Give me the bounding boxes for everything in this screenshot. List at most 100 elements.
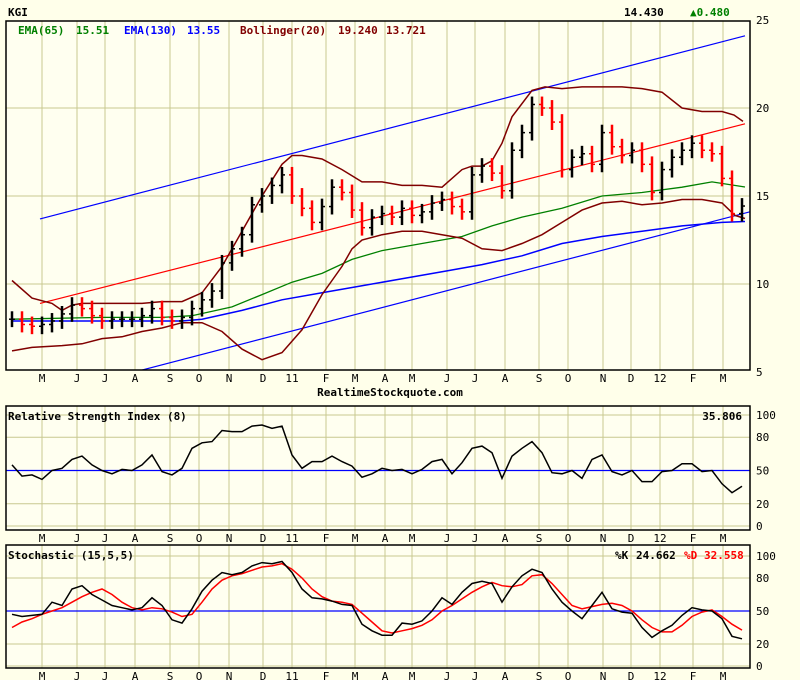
month-tick-label: J (472, 670, 479, 680)
month-tick-label: S (167, 372, 174, 385)
rsi-title: Relative Strength Index (8) (8, 410, 187, 423)
month-tick-label: F (323, 532, 330, 545)
month-tick-label: F (323, 372, 330, 385)
y-tick-label: 15 (756, 190, 769, 203)
month-tick-label: J (74, 372, 81, 385)
month-tick-label: D (260, 372, 267, 385)
month-tick-label: J (472, 532, 479, 545)
month-tick-label: 11 (285, 670, 298, 680)
stochastic-panel: 100 80 50 20 0 M J J A S O N D 11 F M A M J J A S O N D 12 F M (5, 544, 776, 680)
month-tick-label: O (565, 532, 572, 545)
month-tick-label: S (536, 532, 543, 545)
month-tick-label: J (444, 670, 451, 680)
y-tick-label: 80 (756, 431, 769, 444)
rsi-panel: 100 80 50 20 0 M J J A S O N D 11 F M A M J J A S O N D 12 F M (5, 405, 776, 545)
y-tick-label: 100 (756, 409, 776, 422)
watermark: RealtimeStockquote.com (317, 386, 463, 399)
month-tick-label: S (167, 532, 174, 545)
month-tick-label: M (39, 372, 46, 385)
month-tick-label: A (502, 670, 509, 680)
symbol-label: KGI (8, 6, 28, 19)
y-tick-label: 20 (756, 102, 769, 115)
month-tick-label: D (628, 372, 635, 385)
stochastic-title: Stochastic (15,5,5) (8, 549, 134, 562)
month-tick-label: A (132, 532, 139, 545)
month-tick-label: J (102, 670, 109, 680)
month-tick-label: 12 (653, 372, 666, 385)
month-tick-label: J (74, 532, 81, 545)
month-tick-label: A (502, 372, 509, 385)
month-tick-label: 12 (653, 532, 666, 545)
y-tick-label: 5 (756, 366, 763, 379)
legend-ema130-value: 13.55 (187, 24, 220, 37)
stochastic-k-value: 24.662 (636, 549, 676, 562)
y-tick-label: 50 (756, 465, 769, 478)
month-tick-label: A (382, 532, 389, 545)
price-panel: 25 20 15 10 5 M J J A S O N D 11 F M A M J J A S O N D 12 F M (5, 14, 769, 385)
y-tick-label: 100 (756, 550, 776, 563)
month-tick-label: N (226, 532, 233, 545)
month-tick-label: O (565, 372, 572, 385)
month-tick-label: D (260, 670, 267, 680)
month-tick-label: F (323, 670, 330, 680)
month-tick-label: N (226, 372, 233, 385)
month-tick-label: J (102, 532, 109, 545)
month-tick-label: A (502, 532, 509, 545)
month-tick-label: D (628, 670, 635, 680)
month-tick-label: D (628, 532, 635, 545)
month-tick-label: A (132, 670, 139, 680)
panel-background (6, 406, 750, 530)
month-tick-label: J (444, 372, 451, 385)
stochastic-d-label: %D (684, 549, 698, 562)
legend-ema130-label: EMA(130) (124, 24, 177, 37)
rsi-last-value: 35.806 (702, 410, 742, 423)
legend-ema65-label: EMA(65) (18, 24, 64, 37)
month-tick-label: N (600, 670, 607, 680)
price-change: ▲0.480 (690, 6, 730, 19)
month-tick-label: S (167, 670, 174, 680)
month-tick-label: O (196, 372, 203, 385)
month-tick-label: S (536, 670, 543, 680)
month-tick-label: 11 (285, 532, 298, 545)
month-tick-label: J (102, 372, 109, 385)
legend-bollinger-upper: 19.240 (338, 24, 378, 37)
month-tick-label: O (565, 670, 572, 680)
last-price: 14.430 (624, 6, 664, 19)
stochastic-d-value: 32.558 (704, 549, 744, 562)
month-tick-label: O (196, 532, 203, 545)
month-tick-label: M (409, 670, 416, 680)
month-tick-label: M (39, 670, 46, 680)
month-tick-label: 11 (285, 372, 298, 385)
month-tick-label: M (352, 372, 359, 385)
month-tick-label: J (74, 670, 81, 680)
month-tick-label: S (536, 372, 543, 385)
stock-chart: 25 20 15 10 5 M J J A S O N D 11 F M A M J J A S O N D 12 F M 100 80… (5, 6, 776, 680)
month-tick-label: J (472, 372, 479, 385)
month-tick-label: 12 (653, 670, 666, 680)
month-tick-label: F (690, 670, 697, 680)
month-tick-label: J (444, 532, 451, 545)
month-tick-label: A (382, 670, 389, 680)
month-tick-label: M (720, 532, 727, 545)
month-tick-label: N (600, 372, 607, 385)
month-tick-label: F (690, 372, 697, 385)
month-tick-label: N (226, 670, 233, 680)
month-tick-label: M (409, 532, 416, 545)
month-tick-label: M (352, 670, 359, 680)
month-tick-label: A (382, 372, 389, 385)
month-tick-label: F (690, 532, 697, 545)
y-tick-label: 25 (756, 14, 769, 27)
y-tick-label: 80 (756, 572, 769, 585)
legend-bollinger-label: Bollinger(20) (240, 24, 326, 37)
y-tick-label: 20 (756, 498, 769, 511)
legend-bollinger-lower: 13.721 (386, 24, 426, 37)
y-tick-label: 20 (756, 638, 769, 651)
y-tick-label: 10 (756, 278, 769, 291)
month-tick-label: A (132, 372, 139, 385)
y-tick-label: 0 (756, 520, 763, 533)
y-tick-label: 0 (756, 660, 763, 673)
month-tick-label: M (352, 532, 359, 545)
month-tick-label: M (720, 670, 727, 680)
month-tick-label: M (720, 372, 727, 385)
month-tick-label: N (600, 532, 607, 545)
